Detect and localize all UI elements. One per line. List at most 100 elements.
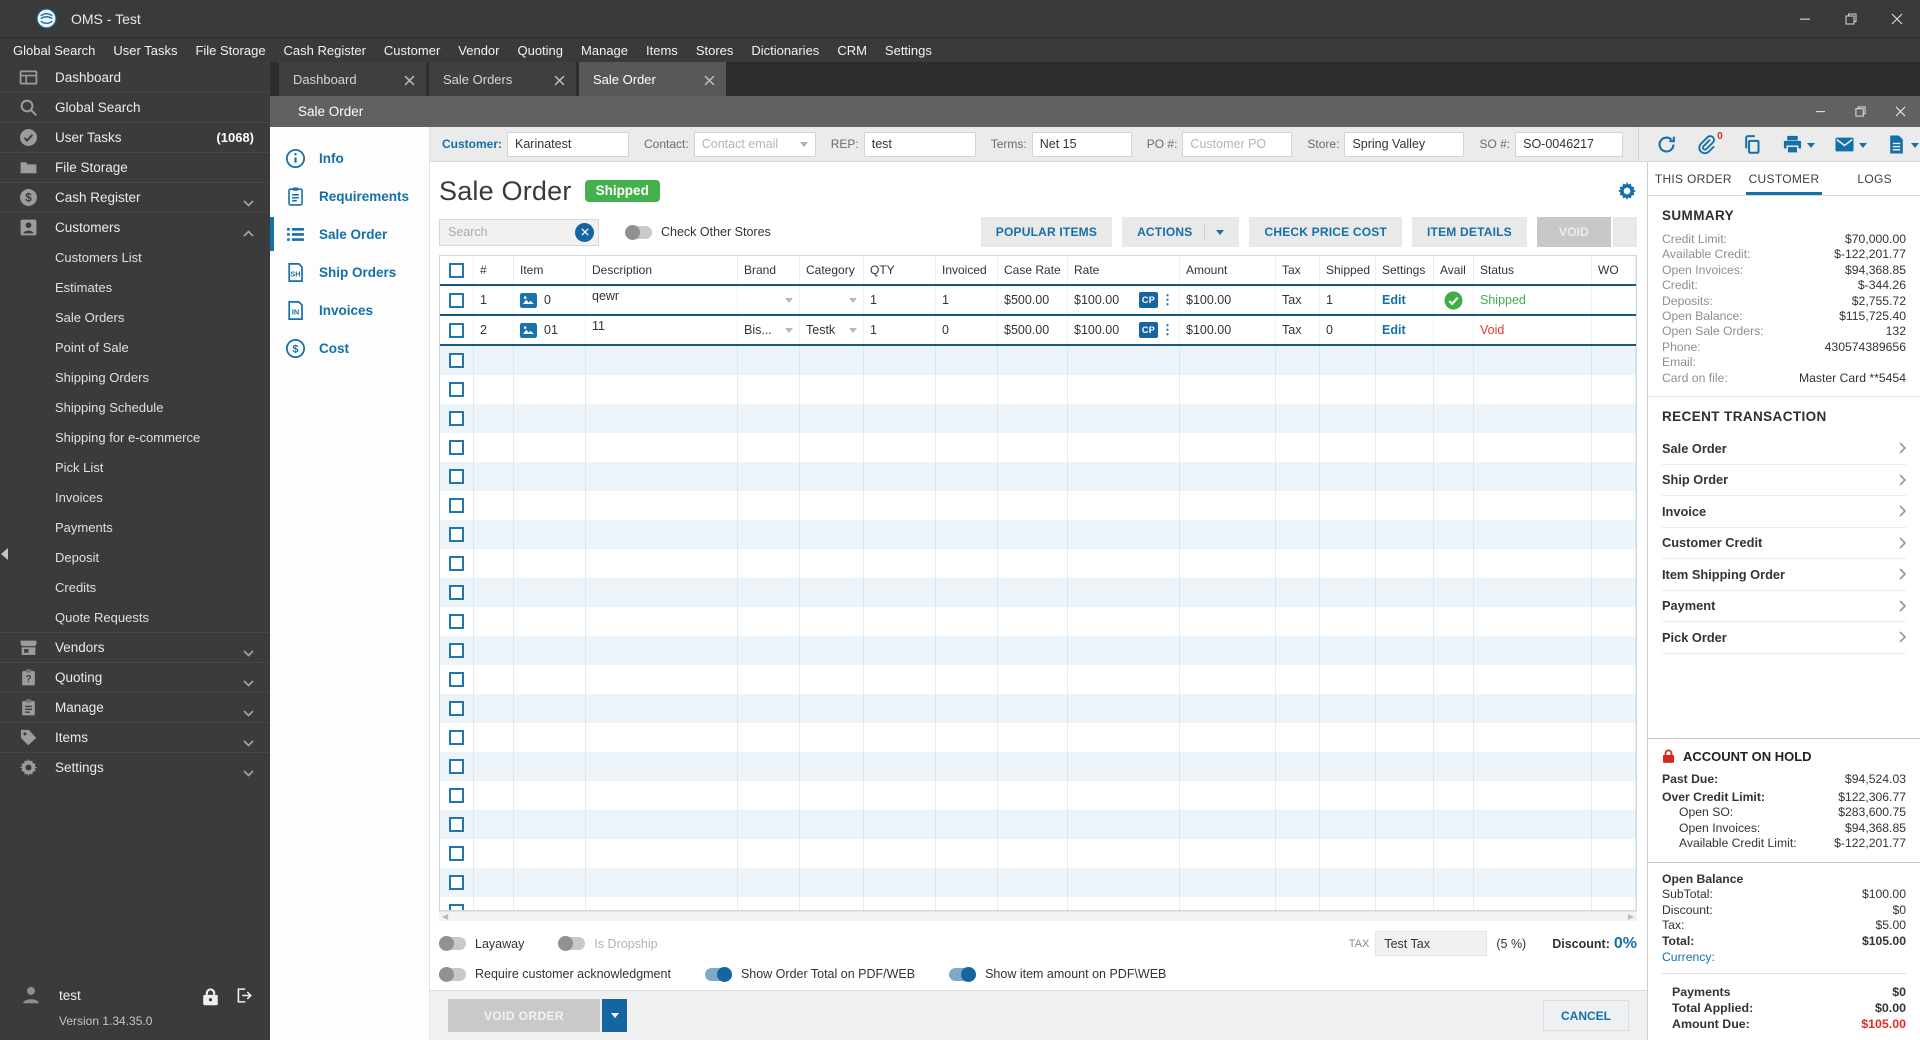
row-checkbox[interactable]	[440, 868, 474, 897]
tab-close-icon[interactable]	[554, 74, 565, 85]
subnav-item-invoices[interactable]: IN Invoices	[270, 291, 429, 329]
sidebar-item-vendors[interactable]: Vendors	[0, 632, 270, 662]
layaway-toggle[interactable]	[439, 936, 466, 951]
inner-minimize-button[interactable]	[1800, 96, 1840, 127]
header-cell-amount[interactable]: Amount	[1180, 256, 1276, 284]
recent-item-payment[interactable]: Payment	[1662, 591, 1907, 623]
row-checkbox[interactable]	[440, 578, 474, 607]
sidebar-item-shipping-schedule[interactable]: Shipping Schedule	[0, 392, 270, 422]
row-checkbox[interactable]	[440, 316, 474, 344]
sidebar-item-shipping-for-e-commerce[interactable]: Shipping for e-commerce	[0, 422, 270, 452]
subnav-item-ship-orders[interactable]: SH Ship Orders	[270, 253, 429, 291]
sidebar-item-settings[interactable]: Settings	[0, 752, 270, 782]
row-checkbox[interactable]	[440, 723, 474, 752]
sidebar-item-manage[interactable]: Manage	[0, 692, 270, 722]
sidebar-item-deposit[interactable]: Deposit	[0, 542, 270, 572]
tab-sale-order[interactable]: Sale Order	[579, 62, 726, 96]
recent-item-customer-credit[interactable]: Customer Credit	[1662, 528, 1907, 560]
menu-item-global-search[interactable]: Global Search	[4, 43, 104, 58]
menu-item-items[interactable]: Items	[637, 43, 687, 58]
menu-item-file-storage[interactable]: File Storage	[186, 43, 274, 58]
row-menu-icon[interactable]: ⋮	[1161, 292, 1174, 308]
row-checkbox[interactable]	[440, 752, 474, 781]
recent-item-pick-order[interactable]: Pick Order	[1662, 622, 1907, 654]
sidebar-item-file-storage[interactable]: File Storage	[0, 152, 270, 182]
field-po-input[interactable]: Customer PO	[1182, 131, 1293, 157]
cp-badge[interactable]: CP	[1138, 322, 1158, 338]
menu-item-crm[interactable]: CRM	[828, 43, 876, 58]
sidebar-item-user-tasks[interactable]: User Tasks (1068)	[0, 122, 270, 152]
header-cell-shipped[interactable]: Shipped	[1320, 256, 1376, 284]
popular-items-button[interactable]: POPULAR ITEMS	[980, 217, 1113, 247]
sidebar-item-customers-list[interactable]: Customers List	[0, 242, 270, 272]
minimize-button[interactable]	[1782, 0, 1828, 37]
brand-select[interactable]	[738, 286, 800, 314]
item-details-button[interactable]: ITEM DETAILS	[1412, 217, 1527, 247]
row-checkbox[interactable]	[440, 404, 474, 433]
panel-tab-this-order[interactable]: THIS ORDER	[1648, 162, 1739, 195]
menu-item-vendor[interactable]: Vendor	[449, 43, 508, 58]
discount-value[interactable]: 0%	[1614, 935, 1637, 953]
sidebar-item-payments[interactable]: Payments	[0, 512, 270, 542]
row-checkbox[interactable]	[440, 897, 474, 910]
email-icon[interactable]	[1834, 134, 1867, 155]
field-contact-input[interactable]: Contact email	[693, 131, 816, 157]
close-button[interactable]	[1874, 0, 1920, 37]
clear-search-button[interactable]	[575, 222, 594, 242]
sidebar-collapse-arrow[interactable]	[1, 548, 8, 560]
header-cell-qty[interactable]: QTY	[864, 256, 936, 284]
row-checkbox[interactable]	[440, 375, 474, 404]
logout-icon[interactable]	[235, 987, 252, 1004]
tab-sale-orders[interactable]: Sale Orders	[429, 62, 576, 96]
cancel-button[interactable]: CANCEL	[1543, 1000, 1629, 1031]
menu-item-dictionaries[interactable]: Dictionaries	[742, 43, 828, 58]
field-terms-input[interactable]: Net 15	[1031, 131, 1132, 157]
header-cell-wo[interactable]: WO	[1592, 256, 1636, 284]
subnav-item-info[interactable]: Info	[270, 139, 429, 177]
show-order-total-toggle[interactable]	[704, 966, 732, 982]
header-cell-status[interactable]: Status	[1474, 256, 1592, 284]
row-checkbox[interactable]	[440, 286, 474, 314]
void-button[interactable]: VOID	[1536, 217, 1611, 247]
row-checkbox[interactable]	[440, 462, 474, 491]
print-icon[interactable]	[1782, 134, 1815, 155]
edit-link[interactable]: Edit	[1382, 323, 1406, 337]
sidebar-item-estimates[interactable]: Estimates	[0, 272, 270, 302]
tab-close-icon[interactable]	[404, 74, 415, 85]
brand-select[interactable]: Bis...	[738, 316, 800, 344]
subnav-item-cost[interactable]: $ Cost	[270, 329, 429, 367]
tax-input[interactable]: Test Tax	[1375, 931, 1488, 956]
sidebar-item-shipping-orders[interactable]: Shipping Orders	[0, 362, 270, 392]
check-other-stores-toggle[interactable]	[625, 224, 652, 240]
row-checkbox[interactable]	[440, 781, 474, 810]
sidebar-item-cash-register[interactable]: $ Cash Register	[0, 182, 270, 212]
field-rep-input[interactable]: test	[863, 131, 976, 157]
cp-badge[interactable]: CP	[1138, 292, 1158, 308]
panel-tab-customer[interactable]: CUSTOMER	[1739, 162, 1830, 195]
sidebar-item-customers[interactable]: Customers	[0, 212, 270, 242]
category-select[interactable]	[800, 286, 864, 314]
lock-icon[interactable]	[202, 987, 219, 1005]
recent-item-item-shipping-order[interactable]: Item Shipping Order	[1662, 559, 1907, 591]
recent-item-invoice[interactable]: Invoice	[1662, 496, 1907, 528]
row-checkbox[interactable]	[440, 433, 474, 462]
row-checkbox[interactable]	[440, 549, 474, 578]
row-checkbox[interactable]	[440, 665, 474, 694]
show-item-amount-toggle[interactable]	[949, 966, 977, 982]
sidebar-item-quote-requests[interactable]: Quote Requests	[0, 602, 270, 632]
header-cell-settings[interactable]: Settings	[1376, 256, 1434, 284]
sync-icon[interactable]	[1656, 134, 1677, 155]
void-order-caret-button[interactable]	[602, 999, 627, 1032]
header-cell-item[interactable]: Item	[514, 256, 586, 284]
inner-close-button[interactable]	[1880, 96, 1920, 127]
field-customer-input[interactable]: Karinatest	[507, 131, 630, 157]
settings-gear-icon[interactable]	[1617, 181, 1637, 201]
inner-restore-button[interactable]	[1840, 96, 1880, 127]
sidebar-item-invoices[interactable]: Invoices	[0, 482, 270, 512]
require-ack-toggle[interactable]	[439, 966, 466, 982]
menu-item-user-tasks[interactable]: User Tasks	[104, 43, 186, 58]
attachment-icon[interactable]: 0	[1696, 131, 1723, 155]
void-order-button[interactable]: VOID ORDER	[448, 999, 600, 1032]
actions-button[interactable]: ACTIONS	[1122, 217, 1240, 247]
menu-item-stores[interactable]: Stores	[687, 43, 743, 58]
